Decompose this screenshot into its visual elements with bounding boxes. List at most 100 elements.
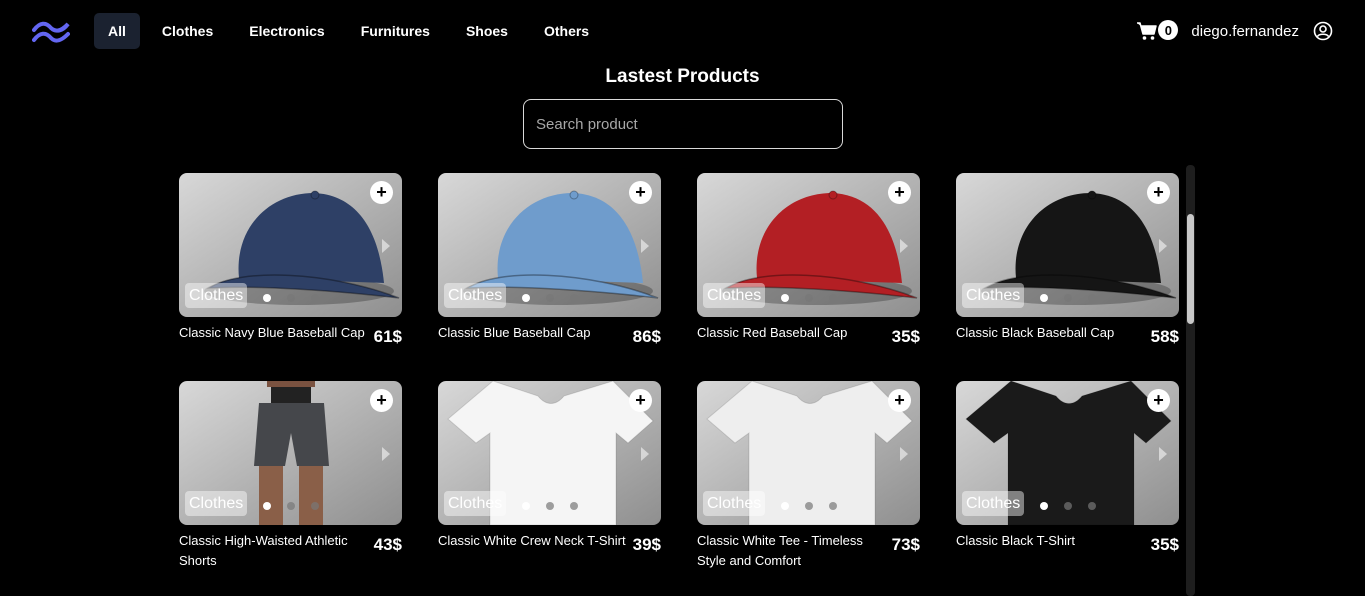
- product-name[interactable]: Classic Blue Baseball Cap: [438, 323, 628, 343]
- carousel-next-icon[interactable]: [1159, 239, 1167, 253]
- product-image-carousel[interactable]: + Clothes: [179, 173, 402, 317]
- category-badge: Clothes: [444, 283, 507, 308]
- add-to-cart-icon[interactable]: +: [888, 389, 911, 412]
- category-badge: Clothes: [962, 283, 1025, 308]
- nav-link-shoes[interactable]: Shoes: [452, 13, 522, 49]
- carousel-dot[interactable]: [781, 502, 789, 510]
- product-card[interactable]: + Clothes Classic Navy Blue Baseball Cap…: [179, 173, 402, 346]
- product-name[interactable]: Classic Black T-Shirt: [956, 531, 1146, 551]
- carousel-dot[interactable]: [1040, 502, 1048, 510]
- category-badge: Clothes: [703, 283, 766, 308]
- product-price: 73$: [891, 535, 920, 554]
- product-image-carousel[interactable]: + Clothes: [697, 173, 920, 317]
- carousel-next-icon[interactable]: [382, 447, 390, 461]
- nav-link-others[interactable]: Others: [530, 13, 603, 49]
- carousel-dot[interactable]: [805, 294, 813, 302]
- carousel-dots: [263, 294, 319, 302]
- scrollbar-thumb[interactable]: [1187, 214, 1194, 324]
- carousel-dot[interactable]: [263, 502, 271, 510]
- carousel-dot[interactable]: [570, 502, 578, 510]
- product-image-carousel[interactable]: + Clothes: [438, 381, 661, 525]
- carousel-next-icon[interactable]: [900, 447, 908, 461]
- carousel-dots: [1040, 502, 1096, 510]
- carousel-dot[interactable]: [805, 502, 813, 510]
- search-input[interactable]: [523, 99, 843, 149]
- user-avatar-icon[interactable]: [1313, 21, 1333, 41]
- product-name[interactable]: Classic Navy Blue Baseball Cap: [179, 323, 369, 343]
- carousel-dot[interactable]: [546, 502, 554, 510]
- carousel-dot[interactable]: [829, 502, 837, 510]
- carousel-dot[interactable]: [546, 294, 554, 302]
- carousel-dot[interactable]: [287, 502, 295, 510]
- cart-button[interactable]: 0: [1136, 17, 1179, 45]
- nav-link-all[interactable]: All: [94, 13, 140, 49]
- carousel-dot[interactable]: [1064, 294, 1072, 302]
- carousel-dot[interactable]: [570, 294, 578, 302]
- carousel-next-icon[interactable]: [900, 239, 908, 253]
- add-to-cart-icon[interactable]: +: [370, 181, 393, 204]
- product-price: 35$: [1150, 535, 1179, 554]
- carousel-dot[interactable]: [287, 294, 295, 302]
- nav-link-furnitures[interactable]: Furnitures: [347, 13, 444, 49]
- carousel-dot[interactable]: [311, 502, 319, 510]
- carousel-dots: [522, 502, 578, 510]
- product-name[interactable]: Classic White Crew Neck T-Shirt: [438, 531, 628, 551]
- carousel-dots: [522, 294, 578, 302]
- carousel-dot[interactable]: [1088, 502, 1096, 510]
- add-to-cart-icon[interactable]: +: [629, 389, 652, 412]
- carousel-dots: [781, 502, 837, 510]
- carousel-next-icon[interactable]: [641, 239, 649, 253]
- carousel-dot[interactable]: [522, 294, 530, 302]
- logo-icon[interactable]: [32, 20, 70, 44]
- cart-count-badge: 0: [1158, 20, 1179, 40]
- product-card[interactable]: + Clothes Classic Blue Baseball Cap 86$: [438, 173, 661, 346]
- product-image-carousel[interactable]: + Clothes: [438, 173, 661, 317]
- product-price: 43$: [373, 535, 402, 554]
- product-card[interactable]: + Clothes Classic White Crew Neck T-Shir…: [438, 381, 661, 554]
- carousel-next-icon[interactable]: [641, 447, 649, 461]
- product-price: 39$: [632, 535, 661, 554]
- product-name[interactable]: Classic White Tee - Timeless Style and C…: [697, 531, 887, 571]
- product-card[interactable]: + Clothes Classic High-Waisted Athletic …: [179, 381, 402, 571]
- carousel-dot[interactable]: [263, 294, 271, 302]
- category-badge: Clothes: [703, 491, 766, 516]
- carousel-dots: [781, 294, 837, 302]
- product-name[interactable]: Classic High-Waisted Athletic Shorts: [179, 531, 369, 571]
- product-name[interactable]: Classic Black Baseball Cap: [956, 323, 1146, 343]
- carousel-next-icon[interactable]: [382, 239, 390, 253]
- carousel-dot[interactable]: [1040, 294, 1048, 302]
- product-meta: Classic Navy Blue Baseball Cap 61$: [179, 323, 402, 346]
- product-image-carousel[interactable]: + Clothes: [697, 381, 920, 525]
- cart-icon: [1137, 22, 1158, 40]
- product-image-carousel[interactable]: + Clothes: [179, 381, 402, 525]
- product-meta: Classic Blue Baseball Cap 86$: [438, 323, 661, 346]
- carousel-dot[interactable]: [522, 502, 530, 510]
- add-to-cart-icon[interactable]: +: [629, 181, 652, 204]
- product-image-carousel[interactable]: + Clothes: [956, 381, 1179, 525]
- carousel-next-icon[interactable]: [1159, 447, 1167, 461]
- product-card[interactable]: + Clothes Classic White Tee - Timeless S…: [697, 381, 920, 571]
- nav-link-clothes[interactable]: Clothes: [148, 13, 227, 49]
- username[interactable]: diego.fernandez: [1191, 23, 1299, 40]
- category-badge: Clothes: [444, 491, 507, 516]
- carousel-dot[interactable]: [311, 294, 319, 302]
- product-meta: Classic Black Baseball Cap 58$: [956, 323, 1179, 346]
- product-card[interactable]: + Clothes Classic Red Baseball Cap 35$: [697, 173, 920, 346]
- product-image-carousel[interactable]: + Clothes: [956, 173, 1179, 317]
- carousel-dot[interactable]: [781, 294, 789, 302]
- carousel-dot[interactable]: [829, 294, 837, 302]
- product-price: 86$: [632, 327, 661, 346]
- category-badge: Clothes: [185, 283, 248, 308]
- carousel-dot[interactable]: [1064, 502, 1072, 510]
- add-to-cart-icon[interactable]: +: [370, 389, 393, 412]
- add-to-cart-icon[interactable]: +: [1147, 389, 1170, 412]
- add-to-cart-icon[interactable]: +: [888, 181, 911, 204]
- product-meta: Classic White Tee - Timeless Style and C…: [697, 531, 920, 571]
- product-meta: Classic High-Waisted Athletic Shorts 43$: [179, 531, 402, 571]
- product-card[interactable]: + Clothes Classic Black T-Shirt 35$: [956, 381, 1179, 554]
- carousel-dot[interactable]: [1088, 294, 1096, 302]
- nav-link-electronics[interactable]: Electronics: [235, 13, 338, 49]
- add-to-cart-icon[interactable]: +: [1147, 181, 1170, 204]
- product-card[interactable]: + Clothes Classic Black Baseball Cap 58$: [956, 173, 1179, 346]
- product-name[interactable]: Classic Red Baseball Cap: [697, 323, 887, 343]
